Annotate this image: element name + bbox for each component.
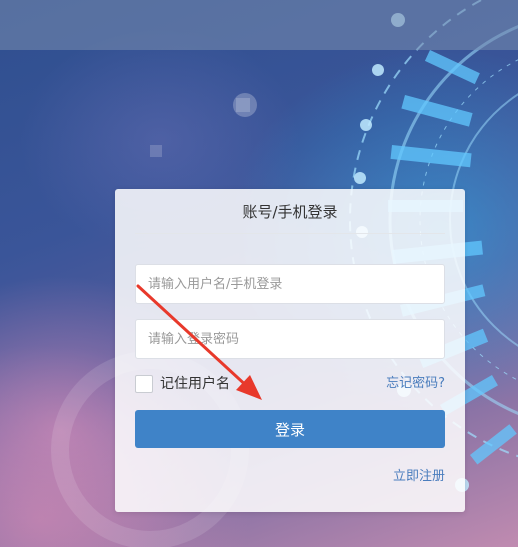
login-panel-title: 账号/手机登录 (242, 203, 338, 221)
password-input[interactable] (135, 319, 445, 359)
login-page: 账号/手机登录 记住用户名 忘记密码? 登录 立即注册 (0, 0, 518, 547)
title-divider (135, 233, 445, 234)
login-button[interactable]: 登录 (135, 410, 445, 448)
register-link[interactable]: 立即注册 (393, 465, 445, 484)
username-input[interactable] (135, 264, 445, 304)
remember-username-label: 记住用户名 (160, 376, 230, 392)
remember-username-checkbox[interactable] (135, 375, 153, 393)
top-header-bar (0, 0, 518, 50)
forgot-password-link[interactable]: 忘记密码? (386, 375, 445, 393)
login-panel: 账号/手机登录 记住用户名 忘记密码? 登录 立即注册 (115, 189, 465, 512)
